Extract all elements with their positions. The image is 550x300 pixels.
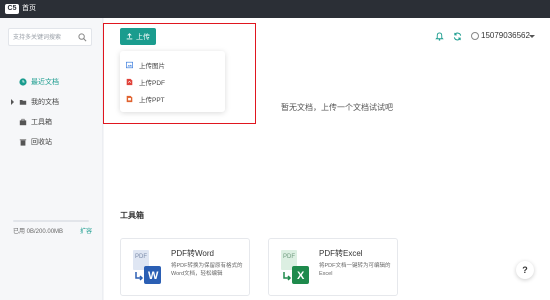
upload-menu: 上传图片 上传PDF 上传PPT [120,51,225,112]
sidebar-item-recent[interactable]: 最近文档 [0,72,103,92]
sidebar-item-label: 我的文档 [31,99,59,106]
sidebar-item-label: 工具箱 [31,119,52,126]
sidebar-item-label: 最近文档 [31,79,59,86]
toolbox-icon [19,118,27,126]
upload-icon [126,33,133,40]
pdf-to-excel-icon: PDF X [281,250,309,284]
app-title[interactable]: 首页 [22,3,36,15]
tool-card-pdf-excel[interactable]: PDF X PDF转Excel 将PDF文档一键转为可编辑的Excel [268,238,398,296]
clock-icon [19,78,27,86]
empty-state-text: 暂无文档，上传一个文档试试吧 [281,103,393,112]
tool-name: PDF转Word [171,249,214,258]
upload-pdf-item[interactable]: 上传PDF [120,73,225,90]
tool-card-pdf-word[interactable]: PDF W PDF转Word 将PDF转换为保留原有格式的Word文档，轻松编辑 [120,238,250,296]
svg-text:PDF: PDF [135,254,147,260]
storage-text: 已用 0B/200.00MB [13,229,64,235]
title-bar: C5 首页 [0,0,550,18]
upload-menu-label: 上传图片 [139,62,165,70]
sidebar-item-my-docs[interactable]: 我的文档 [0,92,103,112]
upload-menu-label: 上传PPT [139,96,165,104]
upload-ppt-item[interactable]: 上传PPT [120,90,225,107]
username[interactable]: 15079036562 [481,31,530,40]
trash-icon [19,139,27,146]
pdf-to-word-icon: PDF W [133,250,161,284]
chevron-down-icon[interactable] [529,35,535,38]
tool-name: PDF转Excel [319,249,363,258]
main-content: 上传 上传图片 上传PDF 上传PPT 15079036562 暂无文档，上传一… [103,18,550,300]
sidebar: 最近文档 我的文档 工具箱 回收站 已用 0B/200.00MB 扩 [0,18,103,300]
storage-progress [13,220,89,222]
search-icon[interactable] [78,33,87,42]
toolbox-title: 工具箱 [120,211,144,220]
sidebar-nav: 最近文档 我的文档 工具箱 回收站 [0,72,103,152]
tool-desc: 将PDF文档一键转为可编辑的Excel [319,263,391,277]
svg-text:PDF: PDF [283,254,295,260]
sidebar-item-toolbox[interactable]: 工具箱 [0,112,103,132]
upload-image-item[interactable]: 上传图片 [120,56,225,73]
tool-desc: 将PDF转换为保留原有格式的Word文档，轻松编辑 [171,263,243,277]
avatar[interactable] [471,32,479,40]
image-icon [126,61,133,68]
ppt-icon [126,95,133,102]
pdf-icon [126,78,133,85]
search-box[interactable] [8,28,92,46]
upload-button[interactable]: 上传 [120,28,156,45]
app-logo: C5 [5,4,19,14]
svg-text:W: W [148,270,159,282]
sync-icon[interactable] [453,32,462,41]
help-button[interactable]: ? [516,261,534,279]
caret-right-icon[interactable] [11,99,14,105]
expand-storage-link[interactable]: 扩容 [80,226,92,235]
svg-text:X: X [297,270,305,282]
bell-icon[interactable] [435,32,444,41]
folder-icon [19,100,27,105]
upload-menu-label: 上传PDF [139,79,165,87]
sidebar-item-trash[interactable]: 回收站 [0,132,103,152]
sidebar-item-label: 回收站 [31,139,52,146]
search-input[interactable] [13,32,77,43]
upload-button-label: 上传 [136,33,150,41]
